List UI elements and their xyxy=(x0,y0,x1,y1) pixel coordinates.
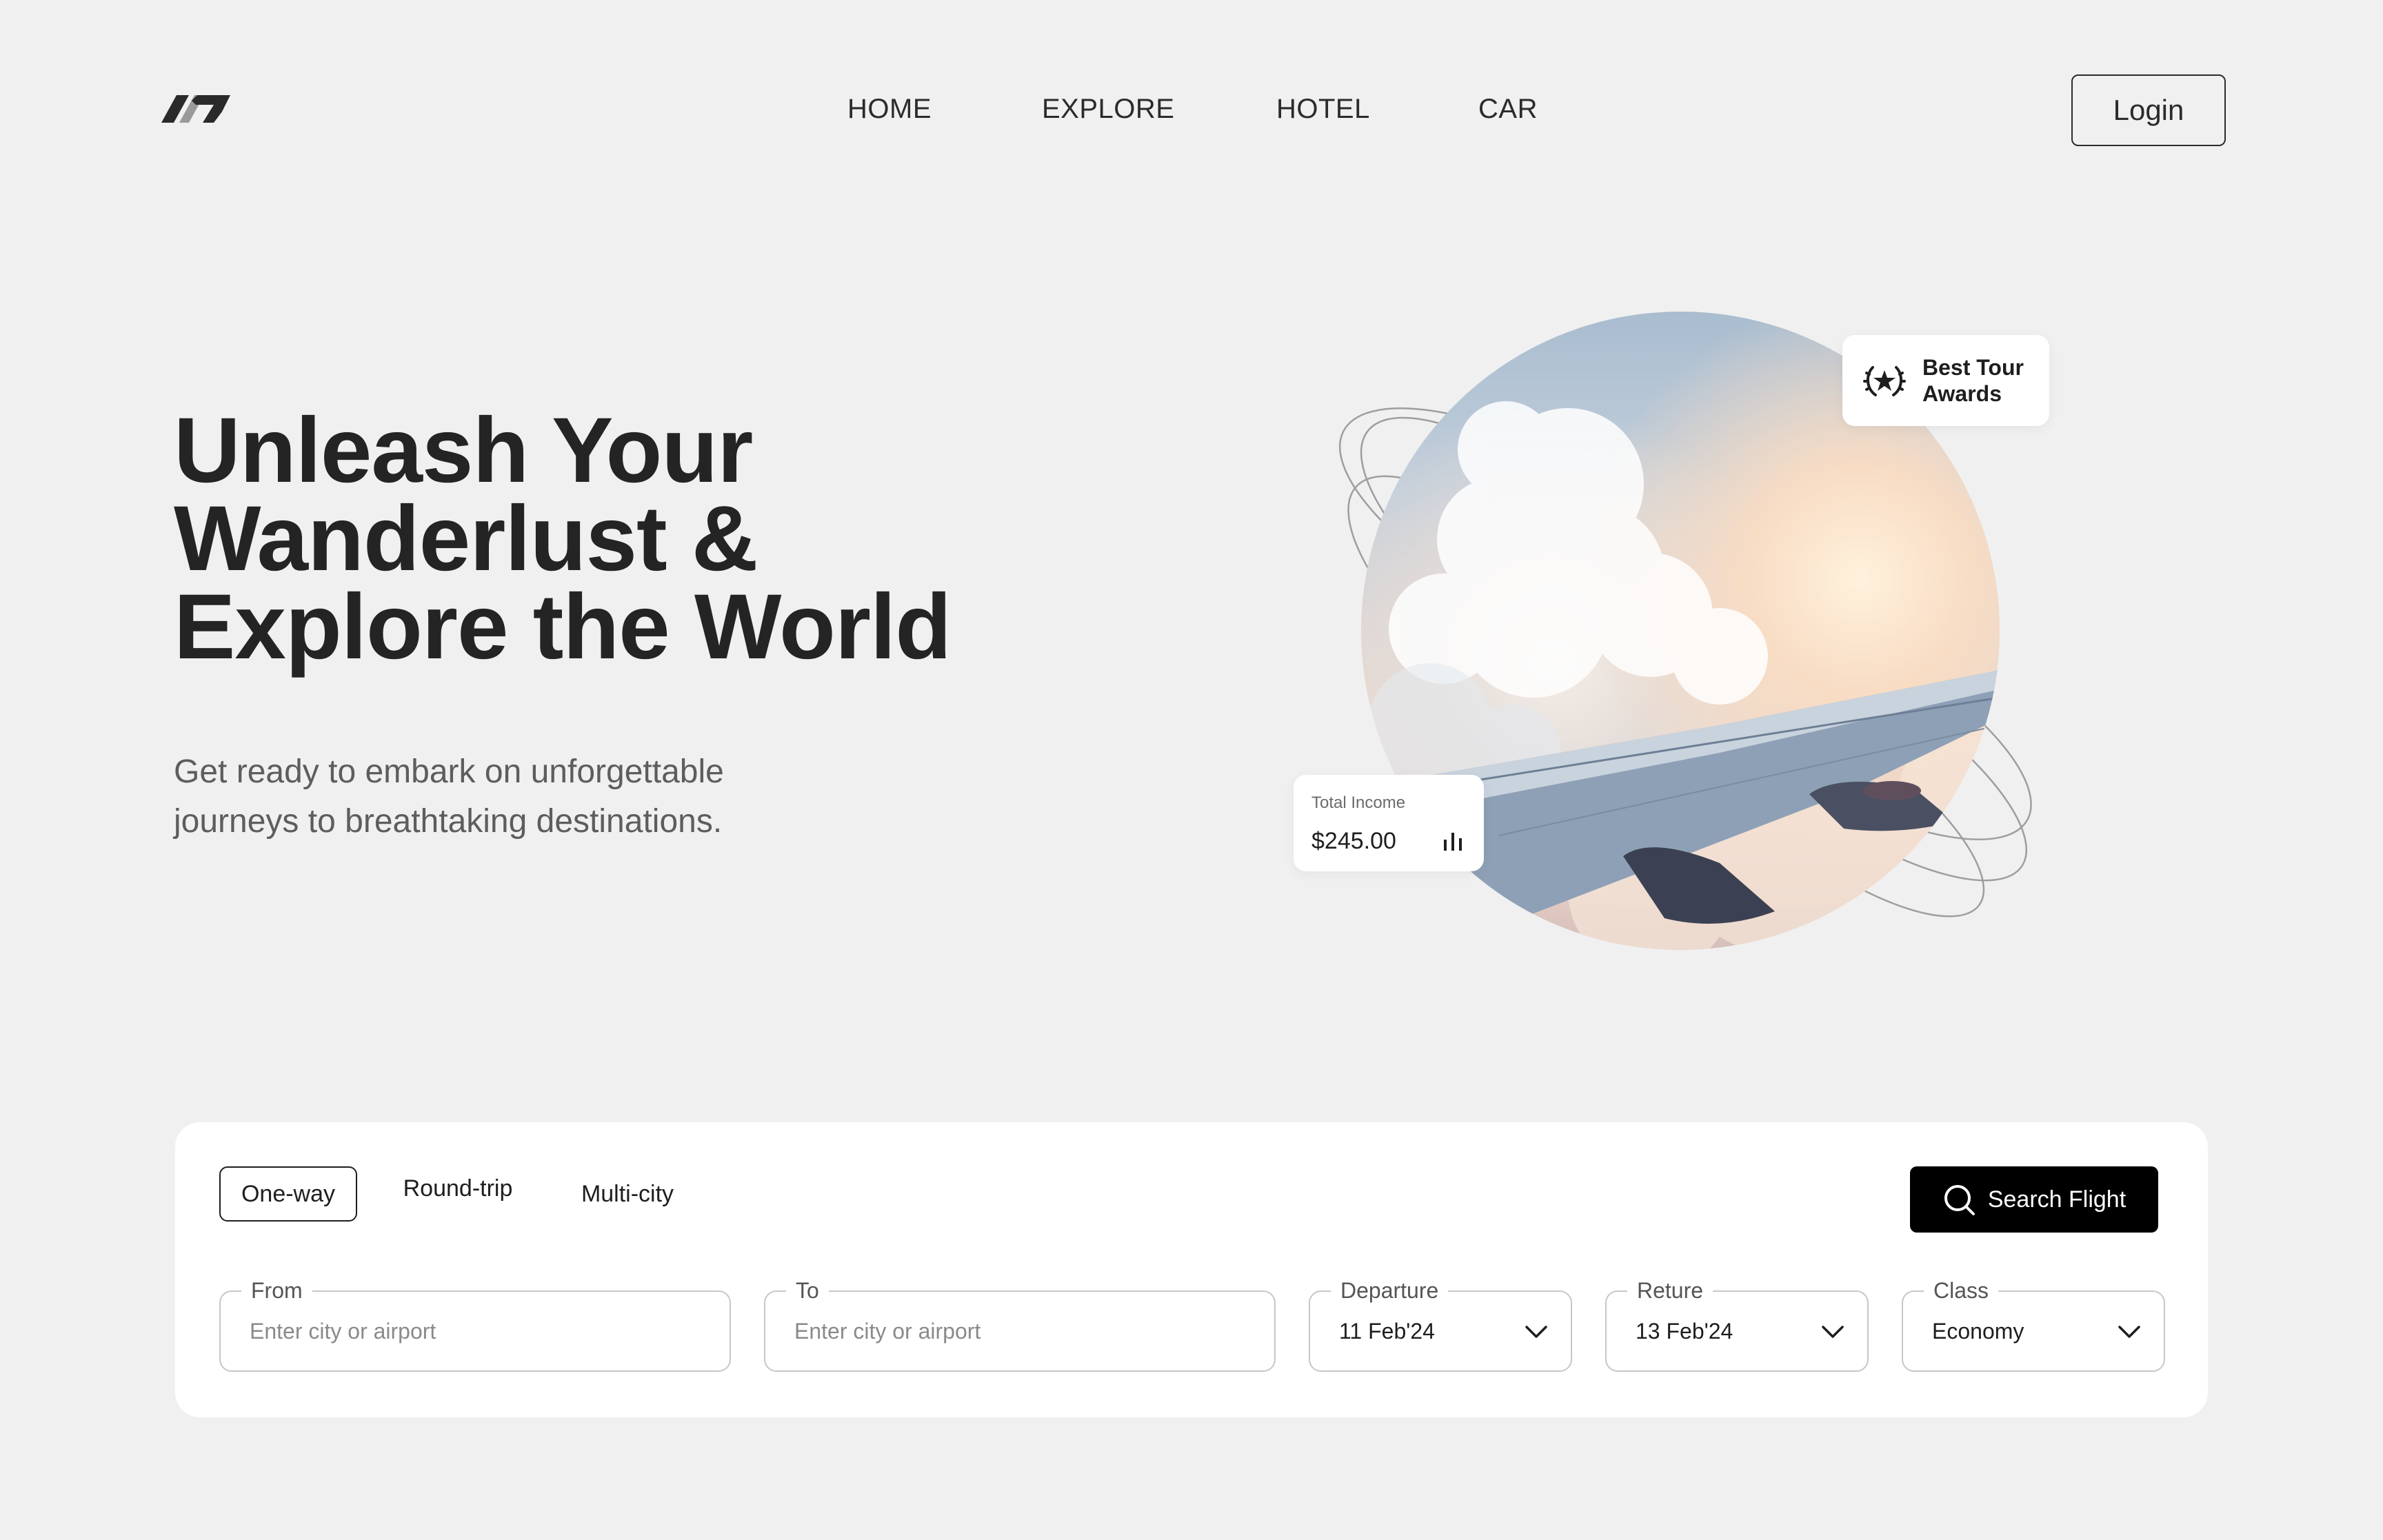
nav-item-explore[interactable]: EXPLORE xyxy=(1042,91,1174,127)
from-field[interactable]: From xyxy=(219,1275,731,1372)
search-flight-button[interactable]: Search Flight xyxy=(1910,1166,2158,1233)
main-nav: HOME EXPLORE HOTEL CAR xyxy=(0,91,2383,127)
to-input[interactable] xyxy=(794,1292,1262,1370)
tab-round-trip[interactable]: Round-trip xyxy=(382,1161,534,1216)
best-tour-awards-card: Best Tour Awards xyxy=(1842,335,2049,426)
from-input[interactable] xyxy=(250,1292,717,1370)
nav-item-car[interactable]: CAR xyxy=(1478,91,1538,127)
tab-one-way[interactable]: One-way xyxy=(219,1166,357,1222)
return-select[interactable]: Reture 13 Feb'24 xyxy=(1605,1275,1869,1372)
search-icon xyxy=(1944,1185,1975,1215)
departure-value: 11 Feb'24 xyxy=(1339,1318,1435,1344)
hero-subtitle: Get ready to embark on unforgettable jou… xyxy=(174,753,724,840)
page: HOME EXPLORE HOTEL CAR Login Unleash You… xyxy=(0,0,2383,1540)
class-value: Economy xyxy=(1932,1318,2024,1344)
laurel-star-icon xyxy=(1863,366,1906,396)
hero-title: Unleash Your Wanderlust & Explore the Wo… xyxy=(174,399,952,678)
chevron-down-icon[interactable] xyxy=(1522,1318,1550,1346)
departure-select[interactable]: Departure 11 Feb'24 xyxy=(1309,1275,1572,1372)
to-field[interactable]: To xyxy=(764,1275,1276,1372)
nav-item-home[interactable]: HOME xyxy=(847,91,932,127)
return-value: 13 Feb'24 xyxy=(1636,1318,1733,1344)
total-income-card: Total Income $245.00 xyxy=(1294,775,1484,871)
chevron-down-icon[interactable] xyxy=(1819,1318,1847,1346)
search-flight-label: Search Flight xyxy=(1987,1186,2126,1213)
flight-search-panel: One-way Round-trip Multi-city Search Fli… xyxy=(175,1122,2208,1417)
income-label: Total Income xyxy=(1311,793,1406,812)
chevron-down-icon[interactable] xyxy=(2115,1318,2143,1346)
bar-chart-icon xyxy=(1444,833,1462,851)
class-select[interactable]: Class Economy xyxy=(1902,1275,2165,1372)
login-button[interactable]: Login xyxy=(2071,74,2226,146)
tab-multi-city[interactable]: Multi-city xyxy=(552,1166,703,1222)
award-label: Best Tour Awards xyxy=(1922,355,2024,406)
nav-item-hotel[interactable]: HOTEL xyxy=(1276,91,1370,127)
